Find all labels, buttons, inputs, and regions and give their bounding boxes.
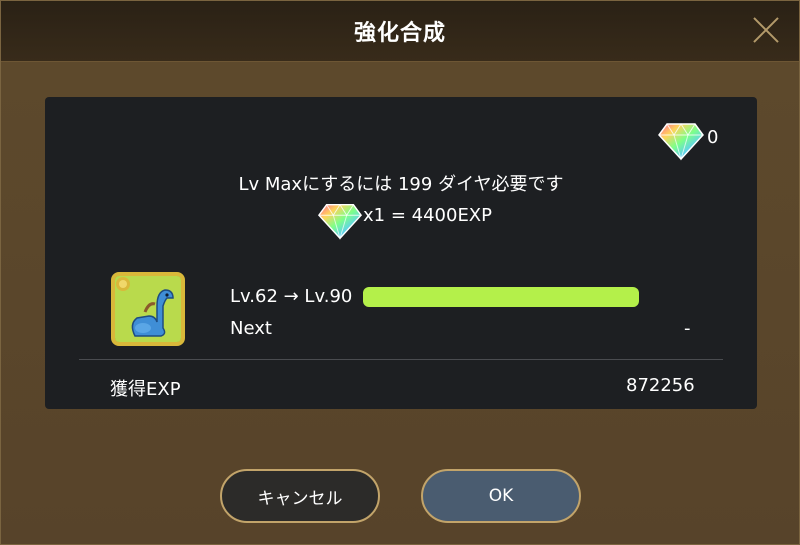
diamond-count: 0 [707,127,719,148]
next-value: - [684,318,691,339]
monster-avatar[interactable] [111,272,185,346]
gained-exp-label: 獲得EXP [110,379,181,400]
dinosaur-monster-icon [115,276,181,342]
max-level-message: Lv Maxにするには 199 ダイヤ必要です [238,174,564,195]
diamond-exp-rate: x1 = 4400EXP [363,205,492,226]
diamond-icon [317,203,363,240]
diamond-icon [658,123,704,161]
close-icon[interactable] [751,15,781,45]
level-change-text: Lv.62 → Lv.90 [230,286,353,307]
dialog-title: 強化合成 [353,21,446,46]
title-bar: 強化合成 [1,1,799,62]
ok-button[interactable]: OK [421,469,581,523]
enhance-dialog: 強化合成 0 Lv Maxにするには 199 ダイヤ必要です x1 = 4400… [0,0,800,545]
next-label: Next [230,318,272,339]
divider [79,359,723,360]
info-panel: 0 Lv Maxにするには 199 ダイヤ必要です x1 = 4400EXP L… [45,97,757,409]
cancel-button[interactable]: キャンセル [220,469,380,523]
gained-exp-value: 872256 [626,375,695,396]
level-progress-bar [363,287,639,307]
